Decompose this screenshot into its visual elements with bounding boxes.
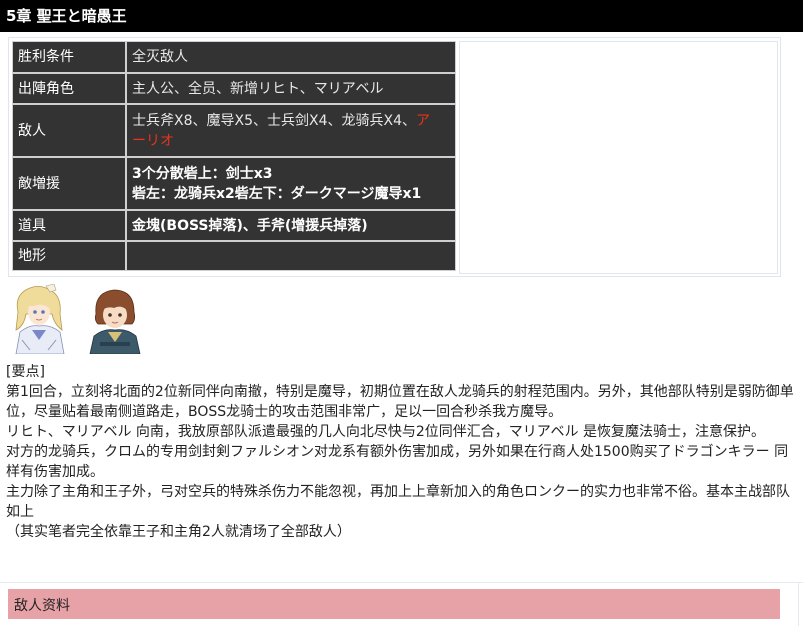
blonde-princess-portrait-icon — [10, 284, 68, 354]
boss-name-part2: ーリオ — [132, 132, 174, 149]
deploy-units-value: 主人公、全员、新增リヒト、マリアベル — [126, 73, 456, 104]
reinforcements-value: 3个分散砦上：剑士x3 砦左：龙骑兵x2砦左下：ダークマージ魔导x1 — [126, 157, 456, 210]
deploy-units-label: 出陣角色 — [12, 73, 126, 104]
victory-condition-label: 胜利条件 — [12, 41, 126, 73]
chapter-info-panel: 胜利条件 全灭敌人 出陣角色 主人公、全员、新增リヒト、マリアベル 敌人 士兵斧… — [8, 37, 781, 277]
notes-paragraph: 对方的龙骑兵，クロム的专用剑封剣ファルシオン对龙系有额外伤害加成，另外如果在行商… — [6, 444, 789, 480]
notes-paragraph: 第1回合，立刻将北面的2位新同伴向南撤，特别是魔导，初期位置在敌人龙骑兵的射程范… — [6, 384, 794, 420]
enemies-label: 敌人 — [12, 104, 126, 157]
notes-heading: [要点] — [6, 364, 45, 380]
notes-paragraph: リヒト、マリアベル 向南，我放原部队派遣最强的几人向北尽快与2位同伴汇合，マリア… — [6, 424, 765, 440]
enemies-list-text: 士兵斧X8、魔导X5、士兵剑X4、龙骑兵X4、 — [132, 112, 416, 129]
enemies-value: 士兵斧X8、魔导X5、士兵剑X4、龙骑兵X4、アーリオ — [126, 104, 456, 157]
reinforcements-label: 敵増援 — [12, 157, 126, 210]
victory-condition-value: 全灭敌人 — [126, 41, 456, 73]
brown-haired-boy-portrait-icon — [86, 284, 144, 354]
reinforcements-line2: 砦左：龙骑兵x2砦左下：ダークマージ魔导x1 — [132, 185, 422, 202]
items-value: 金塊(BOSS掉落)、手斧(增援兵掉落) — [126, 210, 456, 241]
terrain-value — [126, 241, 456, 271]
boss-name-part1: ア — [416, 112, 430, 129]
section-divider — [0, 582, 803, 583]
notes-paragraph: 主力除了主角和王子外，弓对空兵的特殊杀伤力不能忽视，再加上上章新加入的角色ロンク… — [6, 484, 790, 520]
strategy-notes: [要点] 第1回合，立刻将北面的2位新同伴向南撤，特别是魔导，初期位置在敌人龙骑… — [6, 362, 795, 542]
terrain-label: 地形 — [12, 241, 126, 271]
section-border — [798, 583, 799, 626]
reinforcements-line1: 3个分散砦上：剑士x3 — [132, 165, 273, 182]
enemy-data-section-header[interactable]: 敌人资料 — [8, 589, 780, 619]
chapter-info-table: 胜利条件 全灭敌人 出陣角色 主人公、全员、新增リヒト、マリアベル 敌人 士兵斧… — [12, 41, 456, 271]
notes-paragraph: （其实笔者完全依靠王子和主角2人就清场了全部敌人） — [6, 524, 351, 540]
map-placeholder-panel — [459, 41, 778, 274]
items-label: 道具 — [12, 210, 126, 241]
chapter-title: 5章 聖王と暗愚王 — [0, 0, 803, 32]
